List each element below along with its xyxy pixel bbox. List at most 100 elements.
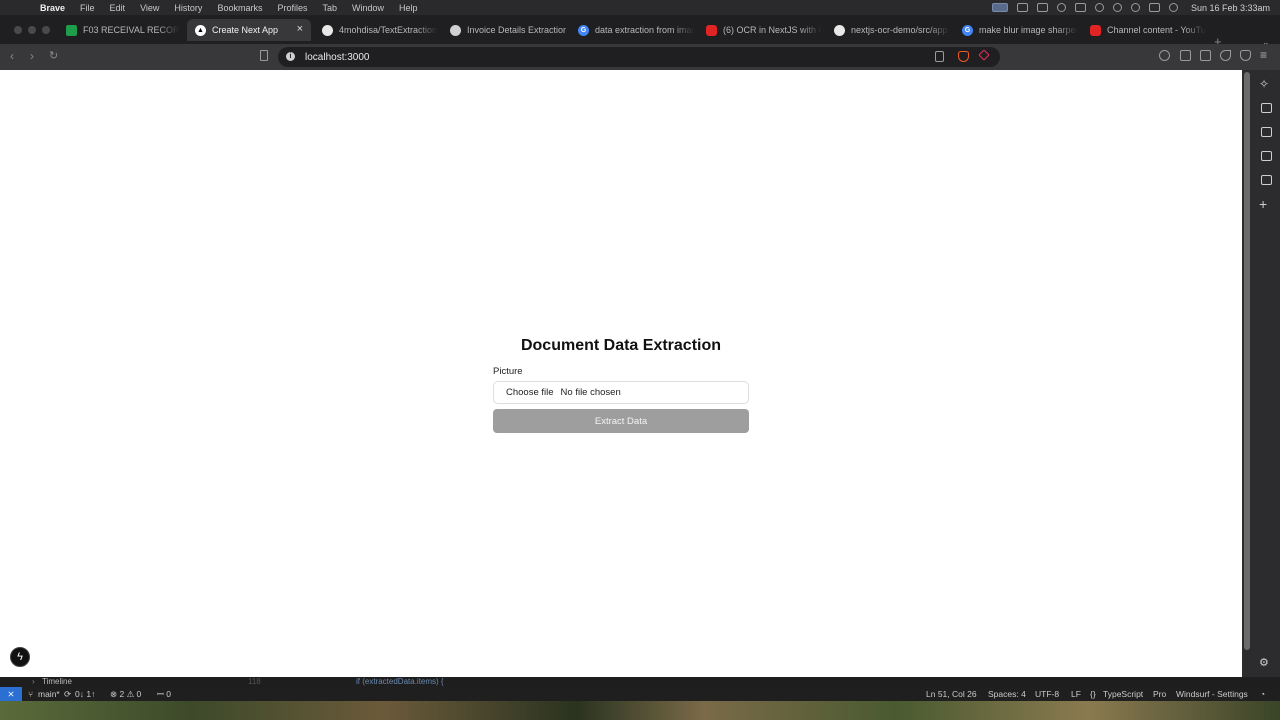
bookmarks-sidebar-icon[interactable] [1261, 151, 1272, 161]
menu-view[interactable]: View [140, 3, 159, 13]
windsurf-settings[interactable]: Windsurf - Settings [1176, 689, 1248, 699]
tab-channel-content-youtube[interactable]: Channel content - YouTub [1082, 19, 1206, 41]
site-info-icon[interactable]: i [286, 52, 295, 61]
chevron-right-icon[interactable]: › [32, 677, 35, 686]
address-bar-url[interactable]: localhost:3000 [305, 52, 370, 63]
clipboard-status-icon[interactable] [1036, 3, 1048, 12]
notes-status-icon[interactable] [1016, 3, 1028, 12]
tab-label: Invoice Details Extraction [467, 25, 566, 35]
window-minimize-dot[interactable] [28, 26, 36, 34]
git-sync-status[interactable]: 0↓ 1↑ [75, 689, 95, 699]
nextjs-dev-tools-icon[interactable]: ϟ [10, 647, 30, 667]
vpn-shield-icon[interactable] [1240, 50, 1251, 61]
menu-bar-clock[interactable]: Sun 16 Feb 3:33am [1191, 3, 1270, 13]
tab-label: Create Next App [212, 25, 279, 35]
youtube-icon [706, 24, 717, 36]
add-sidebar-item-icon[interactable]: + [1259, 196, 1267, 212]
remote-connection-icon[interactable]: ⨯ [0, 687, 22, 701]
extract-data-button[interactable]: Extract Data [493, 409, 749, 433]
control-center-icon[interactable] [1148, 3, 1160, 12]
language-braces-icon: {} [1090, 689, 1096, 699]
brave-rewards-icon[interactable] [978, 49, 990, 61]
file-upload-input[interactable]: Choose file No file chosen [493, 381, 749, 404]
editor-code-line: if (extractedData.items) { [356, 677, 444, 686]
wallet-icon[interactable] [1200, 50, 1211, 61]
tab-textextraction-repo[interactable]: 4mohdisa/TextExtraction [314, 19, 438, 41]
choose-file-button[interactable]: Choose file [506, 387, 554, 398]
menu-history[interactable]: History [174, 3, 202, 13]
desktop-wallpaper [0, 701, 1280, 720]
cursor-position[interactable]: Ln 51, Col 26 [926, 689, 977, 699]
ports-count[interactable]: ꟷ 0 [157, 689, 171, 700]
line-ending[interactable]: LF [1071, 689, 1081, 699]
browser-tab-strip: F03 RECEIVAL RECORD ▲ Create Next App × … [0, 15, 1280, 49]
siri-icon[interactable] [1168, 3, 1178, 12]
tab-invoice-details-extraction[interactable]: Invoice Details Extraction [442, 19, 566, 41]
extensions-icon[interactable] [1159, 50, 1170, 61]
openai-icon [450, 24, 461, 36]
bookmark-icon[interactable] [260, 50, 268, 61]
window-close-dot[interactable] [14, 26, 22, 34]
search-menubar-icon[interactable] [1130, 3, 1140, 12]
brave-shields-icon[interactable] [958, 51, 969, 62]
google-icon: G [962, 24, 973, 36]
wallet-sidebar-icon[interactable] [1261, 127, 1272, 137]
browser-toolbar: ‹ › ↻ i localhost:3000 ≡ [0, 44, 1280, 70]
no-file-chosen-text: No file chosen [560, 387, 621, 398]
file-encoding[interactable]: UTF-8 [1035, 689, 1059, 699]
github-icon [322, 24, 333, 36]
editor-line-number: 118 [248, 677, 261, 686]
picture-field-label: Picture [493, 366, 523, 377]
menu-profiles[interactable]: Profiles [277, 3, 307, 13]
tab-data-extraction-search[interactable]: G data extraction from imag [570, 19, 694, 41]
editor-status-bar: ⨯ ⑂ main* ⟳ 0↓ 1↑ ⊗ 2 ⚠ 0 ꟷ 0 Ln 51, Col… [0, 687, 1280, 701]
back-icon[interactable]: ‹ [10, 49, 14, 63]
plan-badge[interactable]: Pro [1153, 689, 1166, 699]
sync-status-icon: ⟳ [64, 689, 72, 699]
window-zoom-dot[interactable] [42, 26, 50, 34]
menu-edit[interactable]: Edit [110, 3, 126, 13]
wifi-icon[interactable] [1112, 3, 1122, 12]
menu-help[interactable]: Help [399, 3, 418, 13]
tab-nextjs-ocr-demo[interactable]: nextjs-ocr-demo/src/app [826, 19, 950, 41]
git-branch-icon: ⑂ [28, 689, 34, 699]
menu-window[interactable]: Window [352, 3, 384, 13]
play-status-icon[interactable] [1094, 3, 1104, 12]
menu-hamburger-icon[interactable]: ≡ [1260, 48, 1267, 62]
share-icon[interactable] [935, 51, 944, 62]
nextjs-icon: ▲ [195, 24, 206, 36]
language-mode[interactable]: TypeScript [1103, 689, 1143, 699]
problems-count[interactable]: ⊗ 2 ⚠ 0 [110, 689, 141, 700]
leo-sparkle-icon[interactable]: ✧ [1259, 77, 1269, 91]
sidebar-settings-gear-icon[interactable]: ⚙ [1259, 656, 1269, 669]
notifications-bell-icon[interactable]: ◔ [1260, 689, 1265, 699]
macos-menu-bar: Brave File Edit View History Bookmarks P… [0, 0, 1280, 15]
sheets-icon [66, 24, 77, 36]
timeline-panel-label[interactable]: Timeline [42, 677, 72, 686]
close-tab-icon[interactable]: × [297, 23, 303, 35]
git-branch-name[interactable]: main* [38, 689, 60, 699]
forward-icon[interactable]: › [30, 49, 34, 63]
address-bar[interactable]: i localhost:3000 [278, 47, 1000, 67]
ai-status-icon[interactable] [1074, 3, 1086, 12]
tab-ocr-nextjs-video[interactable]: (6) OCR in NextJS with O [698, 19, 822, 41]
tab-create-next-app[interactable]: ▲ Create Next App × [187, 19, 311, 41]
menu-app-name[interactable]: Brave [40, 3, 65, 13]
cloud-status-icon[interactable] [1056, 3, 1066, 12]
reload-icon[interactable]: ↻ [49, 49, 58, 62]
github-icon [834, 24, 845, 36]
sidebar-toggle-icon[interactable] [1180, 50, 1191, 61]
tab-f03-receival-record[interactable]: F03 RECEIVAL RECORD [58, 19, 180, 41]
menu-tab[interactable]: Tab [322, 3, 337, 13]
reading-list-icon[interactable] [1261, 103, 1272, 113]
page-title: Document Data Extraction [520, 337, 722, 354]
menu-bar-status-area: Sun 16 Feb 3:33am [991, 0, 1270, 15]
screen-mirror-icon[interactable] [991, 3, 1008, 12]
leo-ai-icon[interactable] [1220, 50, 1231, 61]
menu-bookmarks[interactable]: Bookmarks [217, 3, 262, 13]
indentation-setting[interactable]: Spaces: 4 [988, 689, 1026, 699]
page-scrollbar[interactable] [1244, 72, 1250, 650]
menu-file[interactable]: File [80, 3, 95, 13]
reading-mode-icon[interactable] [1261, 175, 1272, 185]
tab-make-blur-image-sharper[interactable]: G make blur image sharper [954, 19, 1078, 41]
